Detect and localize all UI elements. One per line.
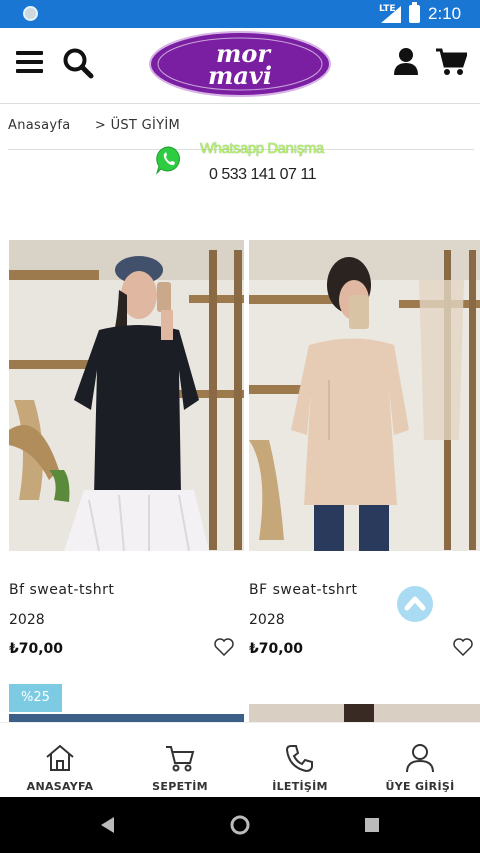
signal-icon [381,6,401,23]
nav-home-label: ANASAYFA [26,780,94,793]
nav-cart-label: SEPETİM [152,780,208,793]
status-bar: LTE 2:10 [0,0,480,28]
product-image[interactable] [9,240,244,551]
product-image[interactable] [249,704,480,724]
battery-icon [409,2,420,23]
user-icon [406,744,434,773]
site-logo[interactable]: mor mavi [148,30,332,98]
heart-icon[interactable] [214,638,234,656]
breadcrumb: Anasayfa > ÜST GİYİM [8,118,180,133]
clock: 2:10 [428,4,462,23]
phone-icon [285,745,313,773]
product-image[interactable] [249,240,480,551]
scroll-top-button[interactable] [397,586,433,622]
site-header: mor mavi [0,28,480,104]
breadcrumb-separator: > [94,118,107,133]
whatsapp-icon[interactable] [155,145,183,175]
breadcrumb-home[interactable]: Anasayfa [8,118,70,133]
nav-home[interactable]: ANASAYFA [0,723,120,798]
bottom-nav: ANASAYFA SEPETİM İLETİŞİM ÜYE GİRİŞİ [0,722,480,797]
nav-login-label: ÜYE GİRİŞİ [385,780,455,793]
search-icon[interactable] [62,47,94,79]
system-nav-bar [0,797,480,853]
product-price: ₺70,00 [9,641,64,657]
heart-icon[interactable] [453,638,473,656]
breadcrumb-current: ÜST GİYİM [110,118,181,133]
whatsapp-title[interactable]: Whatsapp Danışma [200,140,324,157]
chevron-up-icon [404,596,426,611]
product-name[interactable]: BF sweat-tshrt [249,582,358,598]
nav-login[interactable]: ÜYE GİRİŞİ [360,723,480,798]
nav-cart[interactable]: SEPETİM [120,723,240,798]
whatsapp-phone[interactable]: 0 533 141 07 11 [209,166,316,184]
product-name[interactable]: Bf sweat-tshrt [9,582,114,598]
discount-badge: %25 [9,684,62,712]
home-icon [46,744,74,771]
menu-icon[interactable] [16,51,43,74]
nav-contact-label: İLETİŞİM [272,780,328,793]
nav-contact[interactable]: İLETİŞİM [240,723,360,798]
cart-icon[interactable] [435,48,467,76]
back-icon[interactable] [100,816,116,834]
notification-dot-icon [23,6,38,21]
logo-line2: mavi [208,61,272,90]
home-button-icon[interactable] [229,814,251,836]
user-icon[interactable] [393,47,419,75]
product-price: ₺70,00 [249,641,304,657]
recents-icon[interactable] [364,817,380,833]
cart-icon [166,746,195,772]
product-code: 2028 [9,612,45,628]
product-code: 2028 [249,612,285,628]
